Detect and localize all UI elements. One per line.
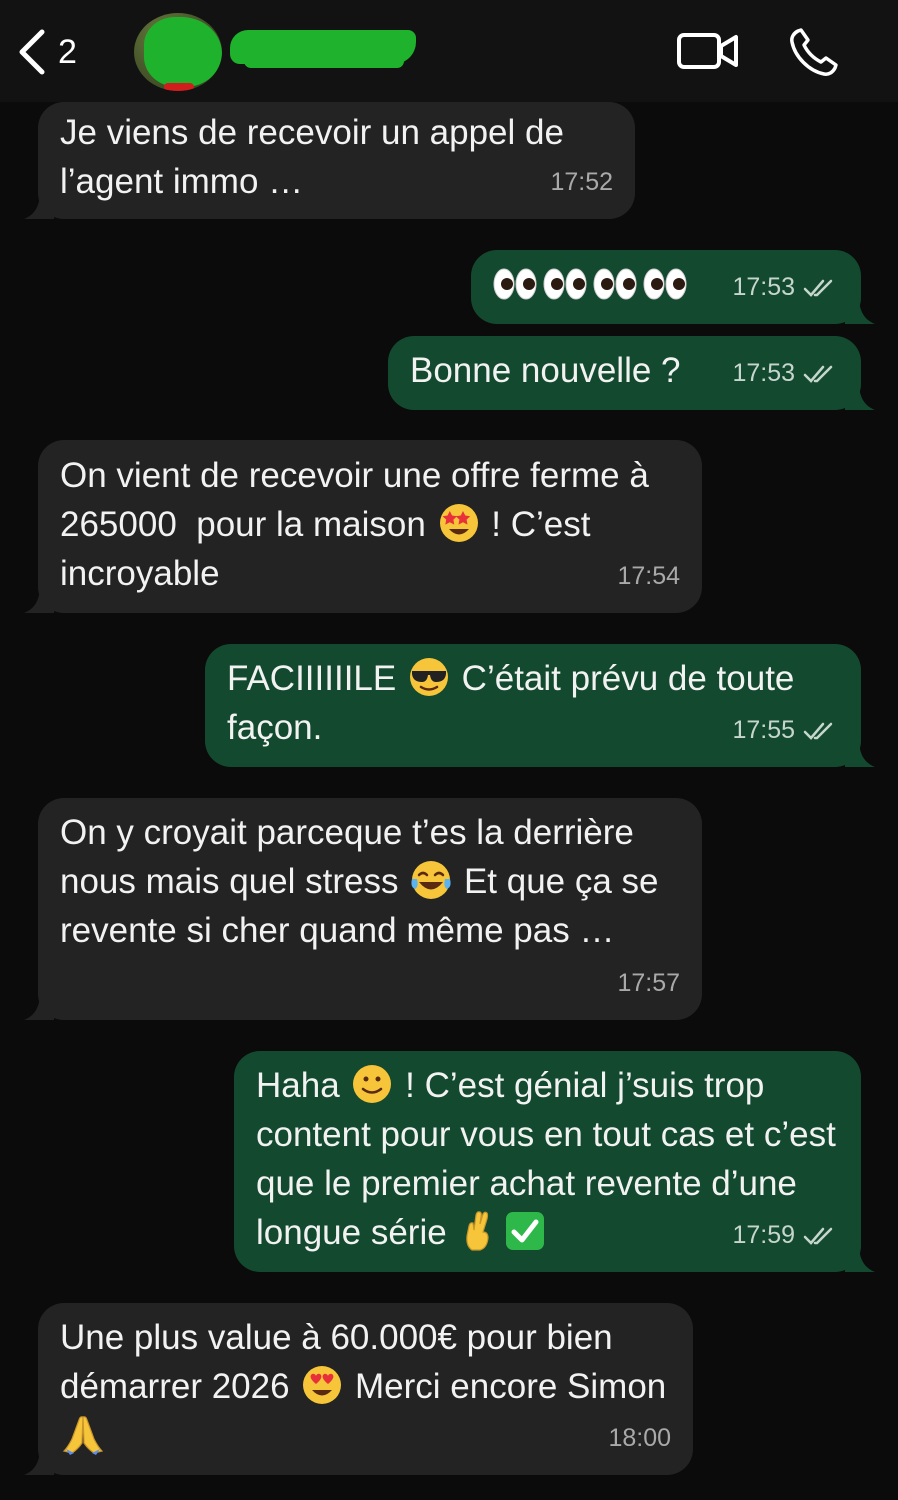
message-time: 17:57: [617, 969, 680, 997]
check-mark-emoji: [506, 1212, 545, 1250]
message-time: 17:52: [550, 168, 613, 196]
bubble-tail: [24, 1447, 54, 1475]
bubble-tail: [845, 739, 875, 767]
bubble-tail: [24, 191, 54, 219]
message-text: On vient de recevoir une offre ferme à 2…: [60, 451, 680, 598]
eyes-emoji-row: [493, 264, 693, 317]
message-bubble-outgoing[interactable]: FACIIIIIILE C’était prévu de toute façon…: [205, 644, 875, 767]
message-time: 17:55: [732, 716, 795, 744]
message-bubble-outgoing[interactable]: Haha ! C’est génial j’suis trop content …: [234, 1051, 875, 1272]
folded-hands-emoji: [62, 1416, 104, 1455]
tears-of-joy-emoji: [411, 861, 451, 899]
message-text-part: Haha: [256, 1066, 350, 1105]
message-text: Une plus value à 60.000€ pour bien démar…: [60, 1313, 675, 1460]
bubble-tail: [845, 382, 875, 410]
contact-name-redaction-2: [244, 54, 404, 68]
avatar[interactable]: [134, 13, 222, 91]
phone-icon[interactable]: [786, 26, 840, 80]
read-receipt-icon: [803, 279, 833, 297]
message-text: On y croyait parceque t’es la derrière n…: [60, 808, 680, 955]
message-time: 17:53: [732, 359, 795, 387]
back-button[interactable]: 2: [14, 24, 104, 80]
chat-screen: 2 Je viens de recevoir un appel de l’age…: [0, 0, 898, 1500]
bubble-tail: [24, 992, 54, 1020]
chat-header: 2: [0, 0, 898, 102]
eyes-emoji: [493, 268, 687, 300]
message-bubble-incoming[interactable]: On y croyait parceque t’es la derrière n…: [24, 798, 702, 1020]
bubble-tail: [845, 296, 875, 324]
read-receipt-icon: [803, 1227, 833, 1245]
message-time: 17:59: [732, 1221, 795, 1249]
bubble-tail: [24, 585, 54, 613]
message-bubble-incoming[interactable]: On vient de recevoir une offre ferme à 2…: [24, 440, 702, 613]
message-bubble-incoming[interactable]: Je viens de recevoir un appel de l’agent…: [24, 102, 635, 219]
message-text-part: FACIIIIIILE: [227, 659, 406, 698]
sunglasses-emoji: [409, 658, 448, 696]
message-text-part: Merci encore Simon: [345, 1367, 676, 1406]
message-text: Je viens de recevoir un appel de l’agent…: [60, 113, 574, 201]
chevron-left-icon: [19, 29, 45, 75]
slight-smile-emoji: [353, 1065, 392, 1103]
heart-eyes-emoji: [303, 1366, 342, 1404]
message-time: 18:00: [608, 1424, 671, 1452]
read-receipt-icon: [803, 365, 833, 383]
bubble-tail: [845, 1244, 875, 1272]
message-bubble-incoming[interactable]: Une plus value à 60.000€ pour bien démar…: [24, 1303, 693, 1475]
star-struck-emoji: [439, 504, 478, 542]
message-bubble-outgoing[interactable]: 17:53: [471, 250, 875, 324]
message-time: 17:53: [732, 273, 795, 301]
message-bubble-outgoing[interactable]: Bonne nouvelle ? 17:53: [388, 336, 875, 410]
crossed-fingers-emoji: [466, 1211, 490, 1251]
avatar-redaction: [144, 17, 222, 87]
unread-count: 2: [58, 32, 77, 71]
message-time: 17:54: [617, 562, 680, 590]
video-camera-icon[interactable]: [676, 30, 740, 72]
read-receipt-icon: [803, 722, 833, 740]
avatar-detail: [164, 83, 194, 91]
